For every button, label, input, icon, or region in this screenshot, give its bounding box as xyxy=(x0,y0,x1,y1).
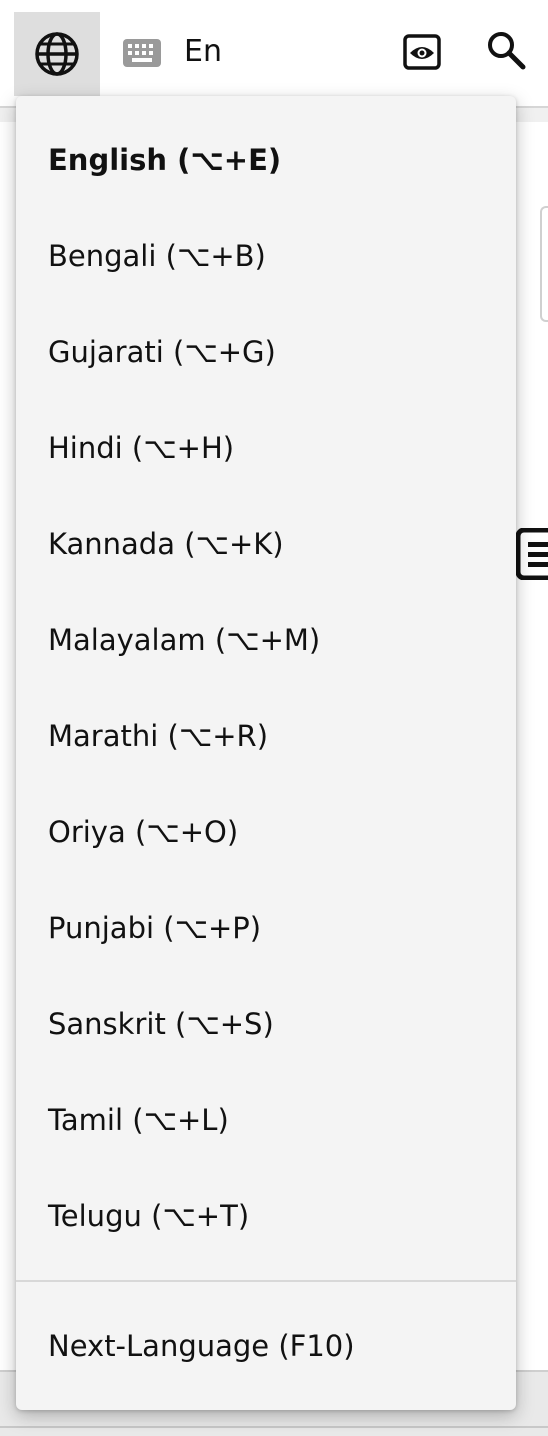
menu-divider xyxy=(16,1280,516,1282)
menu-item-kannada[interactable]: Kannada (⌥+K) xyxy=(16,496,516,592)
globe-icon xyxy=(35,32,79,76)
menu-item-tamil[interactable]: Tamil (⌥+L) xyxy=(16,1072,516,1168)
menu-item-english[interactable]: English (⌥+E) xyxy=(16,112,516,208)
search-icon[interactable] xyxy=(486,30,526,70)
menu-item-gujarati[interactable]: Gujarati (⌥+G) xyxy=(16,304,516,400)
menu-item-punjabi[interactable]: Punjabi (⌥+P) xyxy=(16,880,516,976)
menu-item-malayalam[interactable]: Malayalam (⌥+M) xyxy=(16,592,516,688)
menu-item-sanskrit[interactable]: Sanskrit (⌥+S) xyxy=(16,976,516,1072)
menu-item-marathi[interactable]: Marathi (⌥+R) xyxy=(16,688,516,784)
bottom-divider xyxy=(0,1426,548,1428)
language-menu: English (⌥+E) Bengali (⌥+B) Gujarati (⌥+… xyxy=(16,96,516,1410)
menu-item-bengali[interactable]: Bengali (⌥+B) xyxy=(16,208,516,304)
background-panel-edge xyxy=(540,206,548,322)
menu-item-hindi[interactable]: Hindi (⌥+H) xyxy=(16,400,516,496)
next-language-item[interactable]: Next-Language (F10) xyxy=(16,1298,516,1394)
document-icon xyxy=(516,528,548,580)
menu-item-oriya[interactable]: Oriya (⌥+O) xyxy=(16,784,516,880)
language-button[interactable] xyxy=(14,12,100,96)
menu-item-telugu[interactable]: Telugu (⌥+T) xyxy=(16,1168,516,1264)
current-language-code[interactable]: En xyxy=(184,30,222,74)
top-toolbar: En xyxy=(0,0,548,108)
eye-icon[interactable] xyxy=(402,32,442,72)
keyboard-icon[interactable] xyxy=(122,38,162,68)
